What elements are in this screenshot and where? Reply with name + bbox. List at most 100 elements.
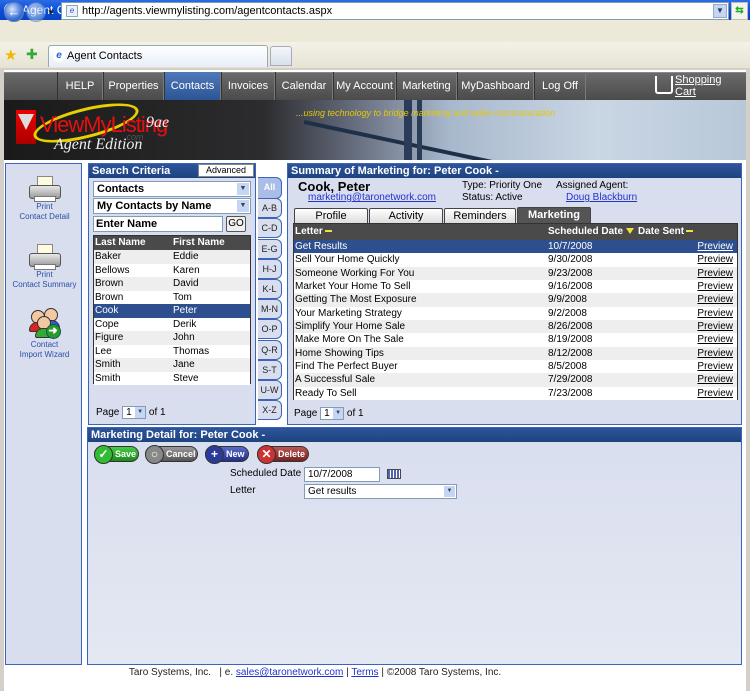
page-select[interactable]: 1 ▼	[122, 406, 147, 419]
contact-row[interactable]: Figure John	[94, 331, 250, 345]
favorites-star-icon[interactable]: ★	[4, 46, 17, 64]
tab-reminders[interactable]: Reminders	[444, 208, 516, 223]
chevron-down-icon: ▼	[237, 183, 249, 195]
preview-link[interactable]: Preview	[697, 293, 733, 306]
page-select[interactable]: 1 ▼	[320, 407, 345, 420]
menu-item-my-account[interactable]: My Account	[333, 72, 396, 100]
menu-item-mydashboard[interactable]: MyDashboard	[457, 72, 534, 100]
preview-link[interactable]: Preview	[697, 267, 733, 280]
contact-view-select[interactable]: My Contacts by Name ▼	[93, 198, 251, 214]
preview-link[interactable]: Preview	[697, 240, 733, 253]
history-dropdown-icon[interactable]: ▼	[47, 8, 55, 17]
preview-link[interactable]: Preview	[697, 347, 733, 360]
letter-row[interactable]: Market Your Home To Sell 9/16/2008 Preview	[294, 280, 737, 294]
column-header-last-name[interactable]: Last Name	[95, 236, 146, 250]
alpha-tab-c-d[interactable]: C-D	[258, 218, 282, 239]
back-button[interactable]: ←	[4, 2, 24, 22]
cancel-button[interactable]: ○ Cancel	[145, 445, 198, 464]
alpha-tab-o-p[interactable]: O-P	[258, 319, 282, 340]
letter-row[interactable]: Ready To Sell 7/23/2008 Preview	[294, 386, 737, 401]
go-button[interactable]: GO	[226, 216, 246, 232]
letter-select[interactable]: Get results ▼	[304, 484, 457, 499]
alpha-tab-k-l[interactable]: K-L	[258, 279, 282, 299]
letter-row[interactable]: Home Showing Tips 8/12/2008 Preview	[294, 346, 737, 361]
menu-item-marketing[interactable]: Marketing	[396, 72, 457, 100]
contact-first-name: Eddie	[173, 251, 199, 262]
address-bar[interactable]: e http://agents.viewmylisting.com/agentc…	[61, 2, 729, 20]
contact-row[interactable]: Brown Tom	[94, 290, 250, 304]
address-dropdown-icon[interactable]: ▼	[713, 4, 727, 18]
preview-link[interactable]: Preview	[697, 373, 733, 386]
forward-button[interactable]: →	[26, 2, 46, 22]
column-header-first-name[interactable]: First Name	[173, 236, 225, 250]
scheduled-date-input[interactable]: 10/7/2008	[304, 467, 380, 482]
contact-row[interactable]: Lee Thomas	[94, 344, 250, 358]
shopping-cart-link[interactable]: Shopping Cart	[655, 74, 745, 98]
contact-row[interactable]: Brown David	[94, 277, 250, 291]
footer-email-link[interactable]: sales@taronetwork.com	[236, 667, 343, 678]
contact-row[interactable]: Cope Derik	[94, 317, 250, 331]
menu-item-calendar[interactable]: Calendar	[275, 72, 333, 100]
add-favorite-icon[interactable]: ✚	[26, 46, 38, 63]
contact-type-select[interactable]: Contacts ▼	[93, 181, 251, 197]
column-header-date-sent[interactable]: Date Sent	[638, 224, 694, 240]
contact-email-link[interactable]: marketing@taronetwork.com	[308, 192, 436, 203]
name-search-input[interactable]: Enter Name	[93, 216, 223, 232]
menu-item-invoices[interactable]: Invoices	[221, 72, 275, 100]
alpha-tab-u-w[interactable]: U-W	[258, 380, 282, 400]
contact-row[interactable]: Smith Steve	[94, 371, 250, 385]
calendar-picker-icon[interactable]	[387, 469, 401, 479]
letter-row[interactable]: Simplify Your Home Sale 8/26/2008 Preview	[294, 320, 737, 334]
preview-link[interactable]: Preview	[697, 280, 733, 293]
scheduled-date: 8/12/2008	[548, 347, 593, 359]
letter-row[interactable]: A Successful Sale 7/29/2008 Preview	[294, 373, 737, 387]
footer-terms-link[interactable]: Terms	[351, 667, 378, 678]
preview-link[interactable]: Preview	[697, 360, 733, 373]
print-contact-summary-button[interactable]: Print Contact Summary	[6, 244, 83, 290]
alpha-tab-all[interactable]: All	[258, 177, 282, 199]
contact-row[interactable]: Bellows Karen	[94, 263, 250, 277]
alpha-tab-a-b[interactable]: A-B	[258, 198, 282, 219]
assigned-agent-link[interactable]: Doug Blackburn	[566, 192, 637, 203]
menu-item-contacts[interactable]: Contacts	[164, 72, 221, 100]
tab-marketing[interactable]: Marketing	[517, 207, 591, 223]
delete-button[interactable]: ✕ Delete	[257, 445, 309, 464]
alpha-tab-q-r[interactable]: Q-R	[258, 339, 282, 360]
letter-row[interactable]: Get Results 10/7/2008 Preview	[294, 240, 737, 254]
letter-row[interactable]: Make More On The Sale 8/19/2008 Preview	[294, 333, 737, 347]
letter-row[interactable]: Find The Perfect Buyer 8/5/2008 Preview	[294, 360, 737, 374]
tab-profile[interactable]: Profile	[294, 208, 368, 223]
contact-row[interactable]: Cook Peter	[94, 304, 250, 318]
preview-link[interactable]: Preview	[697, 253, 733, 266]
refresh-go-icon[interactable]: ⇆	[731, 2, 748, 20]
tab-activity[interactable]: Activity	[369, 208, 443, 223]
menu-item-help[interactable]: HELP	[57, 72, 103, 100]
save-button[interactable]: ✓ Save	[94, 445, 139, 464]
alpha-tab-m-n[interactable]: M-N	[258, 299, 282, 320]
advanced-search-button[interactable]: Advanced	[198, 164, 254, 177]
letter-row[interactable]: Getting The Most Exposure 9/9/2008 Preview	[294, 293, 737, 307]
preview-link[interactable]: Preview	[697, 333, 733, 346]
preview-link[interactable]: Preview	[697, 387, 733, 400]
menu-item-properties[interactable]: Properties	[103, 72, 164, 100]
alpha-tab-e-g[interactable]: E-G	[258, 238, 282, 259]
letter-row[interactable]: Your Marketing Strategy 9/2/2008 Preview	[294, 306, 737, 321]
new-tab-button[interactable]	[270, 46, 292, 66]
contact-import-wizard-button[interactable]: ➜ Contact Import Wizard	[6, 308, 83, 360]
alpha-tab-s-t[interactable]: S-T	[258, 359, 282, 380]
column-header-scheduled-date[interactable]: Scheduled Date	[548, 224, 637, 240]
scheduled-date: 9/23/2008	[548, 267, 593, 279]
preview-link[interactable]: Preview	[697, 320, 733, 333]
letter-row[interactable]: Someone Working For You 9/23/2008 Preview	[294, 266, 737, 281]
menu-item-log-off[interactable]: Log Off	[534, 72, 586, 100]
print-contact-detail-button[interactable]: Print Contact Detail	[6, 176, 83, 222]
preview-link[interactable]: Preview	[697, 307, 733, 320]
alpha-tab-h-j[interactable]: H-J	[258, 258, 282, 279]
column-header-letter[interactable]: Letter	[295, 224, 332, 240]
browser-tab[interactable]: e Agent Contacts	[48, 45, 268, 67]
letter-row[interactable]: Sell Your Home Quickly 9/30/2008 Preview	[294, 253, 737, 267]
alpha-tab-x-z[interactable]: X-Z	[258, 400, 282, 421]
new-button[interactable]: + New	[205, 445, 249, 464]
contact-row[interactable]: Baker Eddie	[94, 250, 250, 264]
contact-row[interactable]: Smith Jane	[94, 358, 250, 372]
